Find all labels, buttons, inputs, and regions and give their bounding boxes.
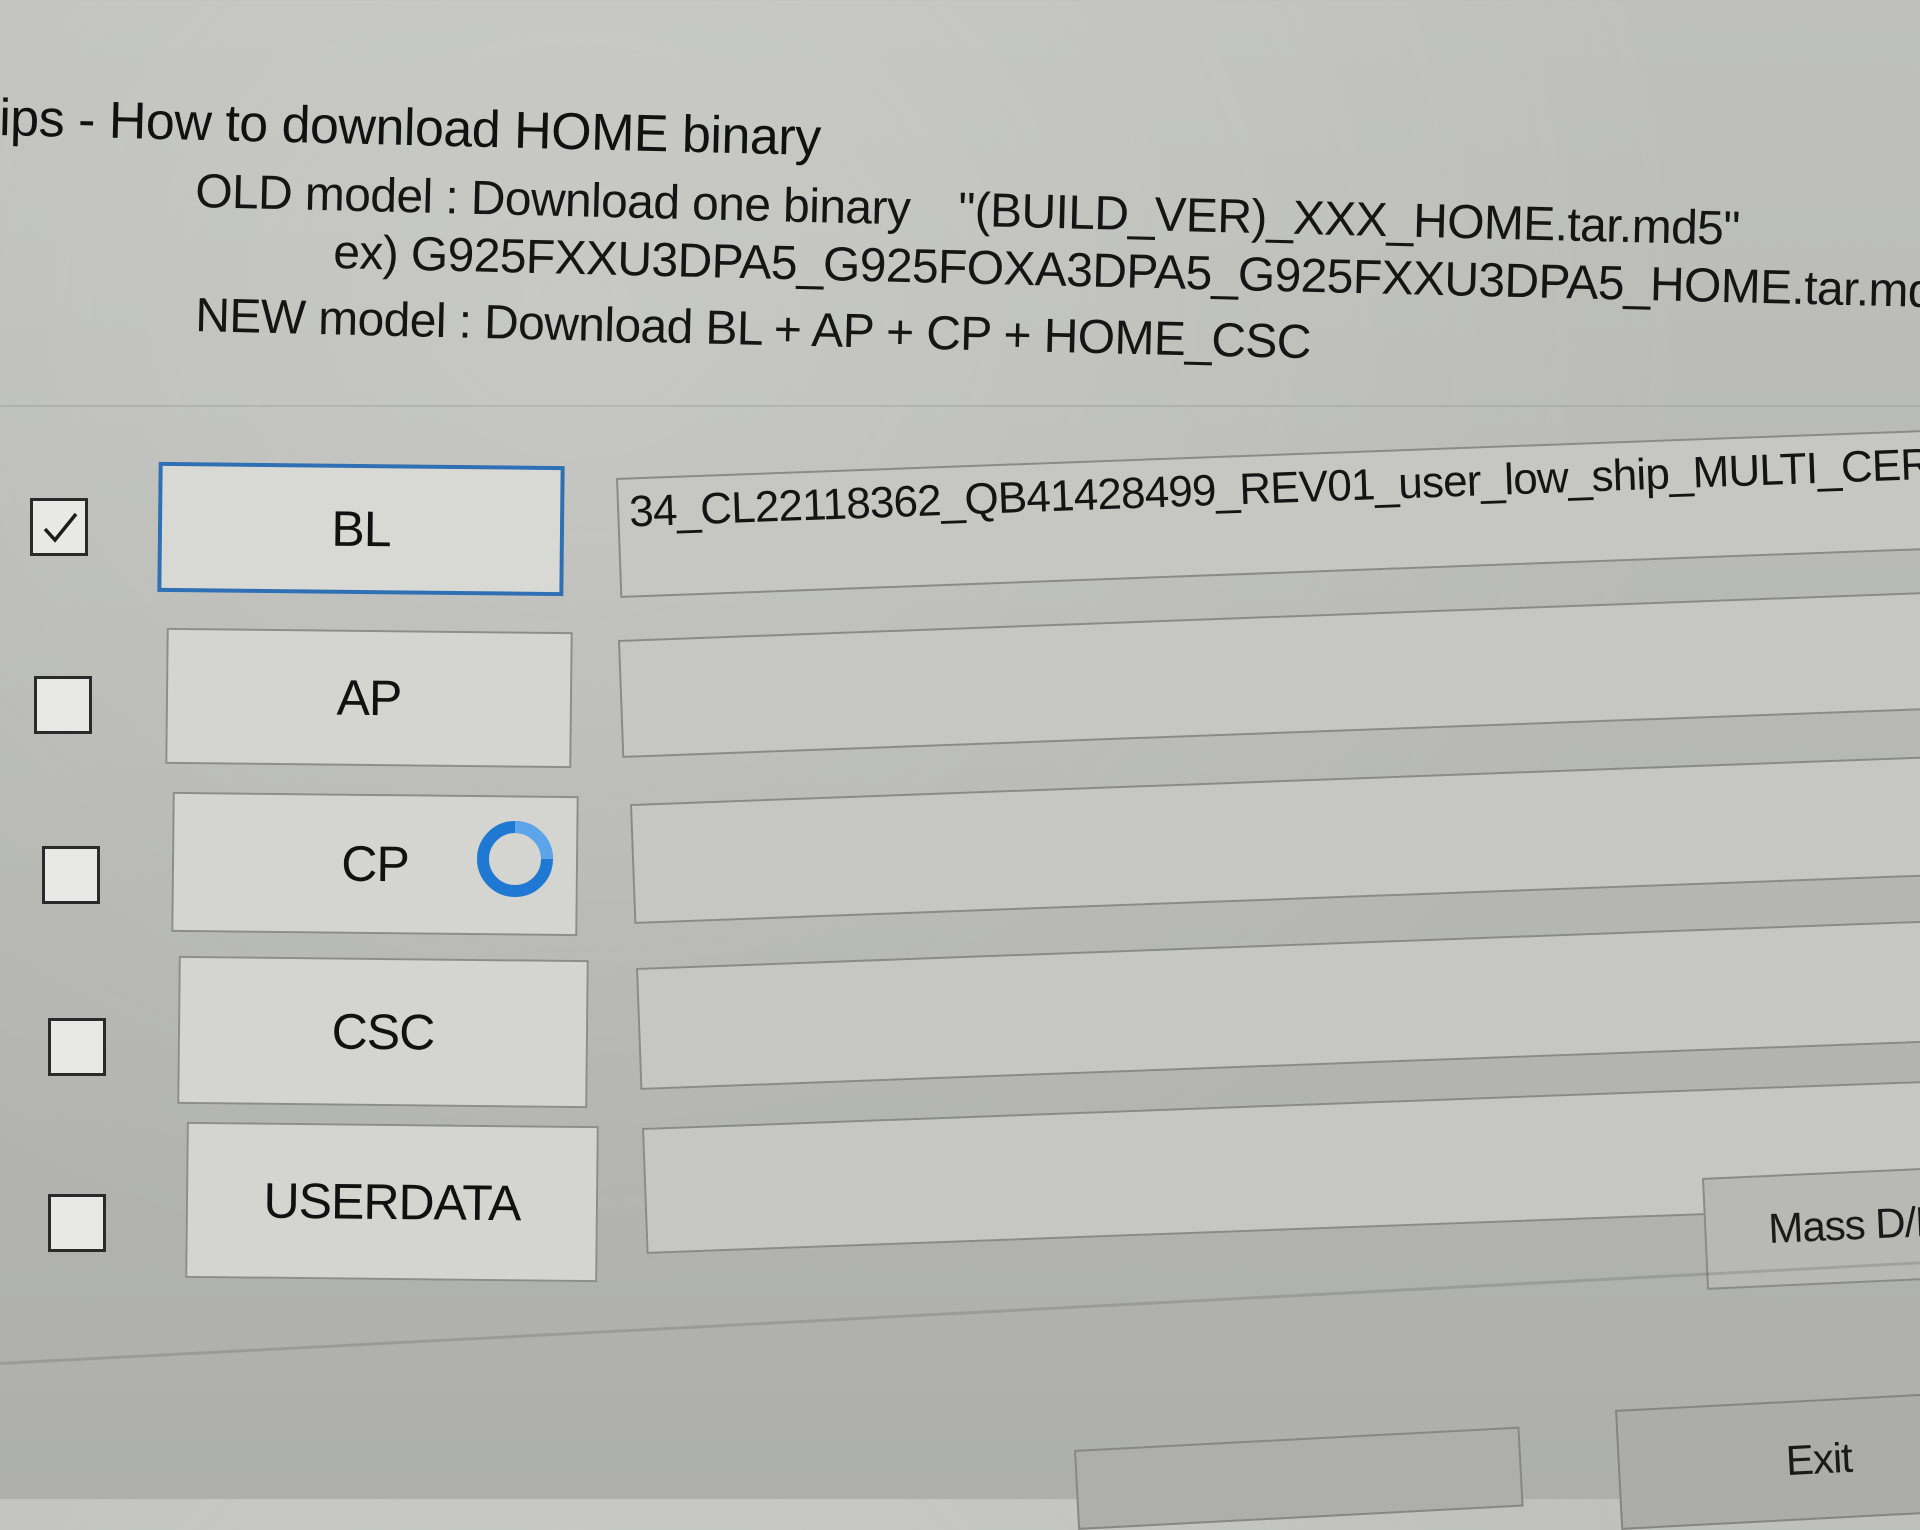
csc-path-field[interactable]	[636, 917, 1920, 1090]
ap-path-field[interactable]	[618, 589, 1920, 758]
file-rows: BL 34_CL22118362_QB41428499_REV01_user_l…	[0, 0, 1920, 1499]
ap-checkbox[interactable]	[34, 676, 92, 734]
bl-button-label: BL	[331, 500, 391, 558]
ap-button[interactable]: AP	[165, 627, 573, 769]
bl-path-field[interactable]: 34_CL22118362_QB41428499_REV01_user_low_…	[616, 427, 1920, 598]
ap-button-label: AP	[336, 669, 402, 727]
cp-checkbox[interactable]	[42, 846, 100, 904]
userdata-checkbox[interactable]	[48, 1194, 106, 1252]
bl-button[interactable]: BL	[157, 461, 565, 597]
loading-spinner-icon	[477, 821, 553, 897]
cp-button-label: CP	[340, 835, 410, 893]
userdata-button[interactable]: USERDATA	[185, 1121, 599, 1283]
cp-path-field[interactable]	[630, 753, 1920, 924]
exit-button[interactable]: Exit	[1615, 1392, 1920, 1530]
csc-button-label: CSC	[331, 1003, 435, 1061]
csc-checkbox[interactable]	[48, 1018, 106, 1076]
userdata-button-label: USERDATA	[263, 1172, 521, 1232]
csc-button[interactable]: CSC	[177, 955, 589, 1109]
bl-checkbox[interactable]	[30, 498, 88, 556]
checkmark-icon	[43, 512, 78, 543]
